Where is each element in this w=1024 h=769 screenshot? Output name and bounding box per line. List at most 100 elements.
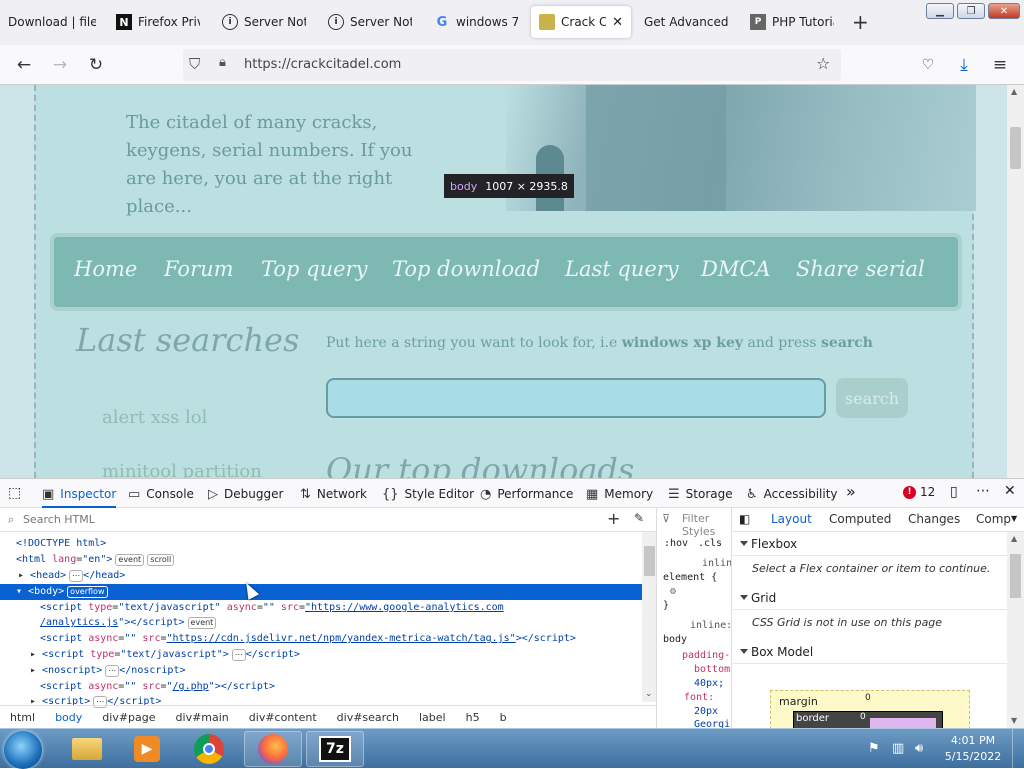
css-value[interactable]: 40px; (694, 678, 724, 689)
media-player-button[interactable]: ▶ (118, 731, 176, 767)
close-icon[interactable]: ✕ (612, 15, 623, 30)
tab-server-not-found-1[interactable]: i Server Not Found (214, 6, 314, 38)
tab-crack-citadel[interactable]: Crack Citadel ✕ (531, 6, 631, 38)
lock-icon[interactable]: 🔒︎ (219, 55, 226, 70)
menu-last-query[interactable]: Last query (565, 257, 679, 281)
add-node-icon[interactable]: + (607, 509, 620, 528)
border-top-value[interactable]: 0 (860, 712, 866, 722)
css-prop[interactable]: bottom (694, 664, 730, 675)
tab-changes[interactable]: Changes (908, 512, 960, 526)
site-search-button[interactable]: search (836, 378, 908, 418)
body-node-selected[interactable]: ▾ <body> overflow (0, 584, 642, 600)
eyedropper-icon[interactable]: ✎ (634, 511, 644, 525)
html-search-input[interactable]: Search HTML (23, 513, 95, 526)
menu-dmca[interactable]: DMCA (701, 257, 771, 281)
script-node[interactable]: <script type="text/javascript" async="" … (40, 600, 504, 616)
breadcrumb-label[interactable]: label (409, 711, 456, 724)
toggle-sidebar-icon[interactable]: ◧ (739, 512, 750, 526)
script-node[interactable]: ▸ <script type="text/javascript"> ⋯ </scri… (30, 647, 300, 663)
breadcrumb-div-content[interactable]: div#content (239, 711, 327, 724)
downloads-icon[interactable]: ⤓ (952, 53, 976, 77)
breadcrumb-div-main[interactable]: div#main (166, 711, 239, 724)
tab-firefox-privacy[interactable]: N Firefox Privacy (108, 6, 208, 38)
boxmodel-section-header[interactable]: Box Model (733, 640, 1007, 664)
css-value[interactable]: 20px (694, 706, 718, 717)
tab-server-not-found-2[interactable]: i Server Not Found (320, 6, 420, 38)
new-tab-icon[interactable]: + (852, 10, 869, 34)
window-close-button[interactable]: ✕ (988, 3, 1020, 19)
show-desktop-button[interactable] (1012, 729, 1024, 769)
markup-scrollbar-thumb[interactable] (644, 546, 655, 576)
script-node-cont[interactable]: /analytics.js"></script> event (40, 615, 217, 631)
shield-icon[interactable]: ⛉ (189, 55, 200, 73)
cls-toggle[interactable]: .cls (698, 538, 722, 549)
breadcrumb-div-page[interactable]: div#page (92, 711, 165, 724)
breadcrumb-b[interactable]: b (490, 711, 517, 724)
menu-top-query[interactable]: Top query (261, 257, 367, 281)
html-node[interactable]: <html lang="en"> event scroll (16, 552, 175, 568)
head-node[interactable]: ▸ <head> ⋯ </head> (18, 568, 125, 584)
breadcrumb-div-search[interactable]: div#search (327, 711, 409, 724)
volume-icon[interactable]: 🔊︎ (915, 741, 923, 756)
chrome-button[interactable] (180, 731, 238, 767)
close-devtools-icon[interactable]: ✕ (1004, 483, 1016, 499)
tab-get-advanced[interactable]: Get Advanced B (636, 6, 736, 38)
noscript-node[interactable]: ▸ <noscript> ⋯ </noscript> (30, 663, 186, 679)
dock-icon[interactable]: ▯ (950, 484, 958, 500)
grid-section-header[interactable]: Grid (733, 586, 1007, 610)
sidebar-scrollbar[interactable]: ▲ ▼ (1007, 532, 1024, 729)
network-tray-icon[interactable]: ▥ (892, 741, 904, 756)
flexbox-section-header[interactable]: Flexbox (733, 532, 1007, 556)
last-search-item[interactable]: minitool partition (102, 461, 262, 478)
forward-icon[interactable]: → (48, 53, 72, 77)
tab-windows-7[interactable]: G windows 7 (426, 6, 526, 38)
rule-source[interactable]: inline (702, 558, 731, 569)
breadcrumb-body[interactable]: body (45, 711, 92, 724)
script-node[interactable]: <script async="" src="/g.php"></script> (40, 679, 275, 695)
tab-computed[interactable]: Computed (829, 512, 891, 526)
gear-icon[interactable]: ⚙ (670, 586, 676, 597)
menu-home[interactable]: Home (74, 257, 137, 281)
menu-share-serial[interactable]: Share serial (796, 257, 925, 281)
tab-performance[interactable]: ◔ Performance (480, 484, 573, 504)
filter-styles-input[interactable]: Filter Styles (682, 512, 731, 538)
taskbar-clock[interactable]: 4:01 PM 5/15/2022 (938, 733, 1008, 765)
last-search-item[interactable]: alert xss lol (102, 407, 207, 428)
breadcrumb-h5[interactable]: h5 (456, 711, 490, 724)
firefox-button[interactable] (244, 731, 302, 767)
breadcrumb-html[interactable]: html (0, 711, 45, 724)
css-prop[interactable]: padding- (682, 650, 730, 661)
bookmark-star-icon[interactable]: ☆ (816, 54, 830, 73)
hov-toggle[interactable]: :hov (664, 538, 688, 549)
tab-accessibility[interactable]: ♿︎ Accessibility (746, 484, 838, 504)
explorer-button[interactable] (58, 731, 116, 767)
error-counter[interactable]: ! 12 (903, 485, 935, 499)
reload-icon[interactable]: ↻ (84, 53, 108, 77)
rule-source[interactable]: inline: (690, 620, 731, 631)
tab-download[interactable]: Download | file (0, 6, 104, 38)
tab-php-tutorial[interactable]: P PHP Tutorial (742, 6, 842, 38)
doctype-line[interactable]: <!DOCTYPE html> (16, 536, 106, 552)
tab-inspector[interactable]: ▣ Inspector (42, 484, 117, 508)
tab-compatibility[interactable]: Comp (976, 512, 1011, 526)
page-scrollbar-thumb[interactable] (1010, 127, 1021, 169)
minimize-button[interactable]: ▁ (926, 3, 954, 19)
tab-layout[interactable]: Layout (771, 512, 812, 526)
menu-top-download[interactable]: Top download (392, 257, 540, 281)
tab-console[interactable]: ▭ Console (128, 484, 194, 504)
7zip-button[interactable]: 7z (306, 731, 364, 767)
chevron-down-icon[interactable]: ▼ (1011, 514, 1017, 523)
menu-forum[interactable]: Forum (164, 257, 234, 281)
page-scrollbar[interactable]: ▲ (1007, 85, 1024, 478)
back-icon[interactable]: ← (12, 53, 36, 77)
menu-icon[interactable]: ≡ (988, 53, 1012, 77)
scroll-up-icon[interactable]: ▲ (1011, 534, 1017, 543)
more-options-icon[interactable]: ⋯ (976, 483, 990, 499)
sidebar-scrollbar-thumb[interactable] (1010, 554, 1021, 598)
more-tabs-icon[interactable]: » (846, 482, 856, 501)
markup-scrollbar[interactable]: ⌄ (642, 532, 656, 702)
maximize-button[interactable]: ❐ (957, 3, 985, 19)
scroll-down-icon[interactable]: ⌄ (645, 689, 653, 699)
scroll-up-icon[interactable]: ▲ (1011, 87, 1017, 96)
scroll-down-icon[interactable]: ▼ (1011, 716, 1017, 725)
